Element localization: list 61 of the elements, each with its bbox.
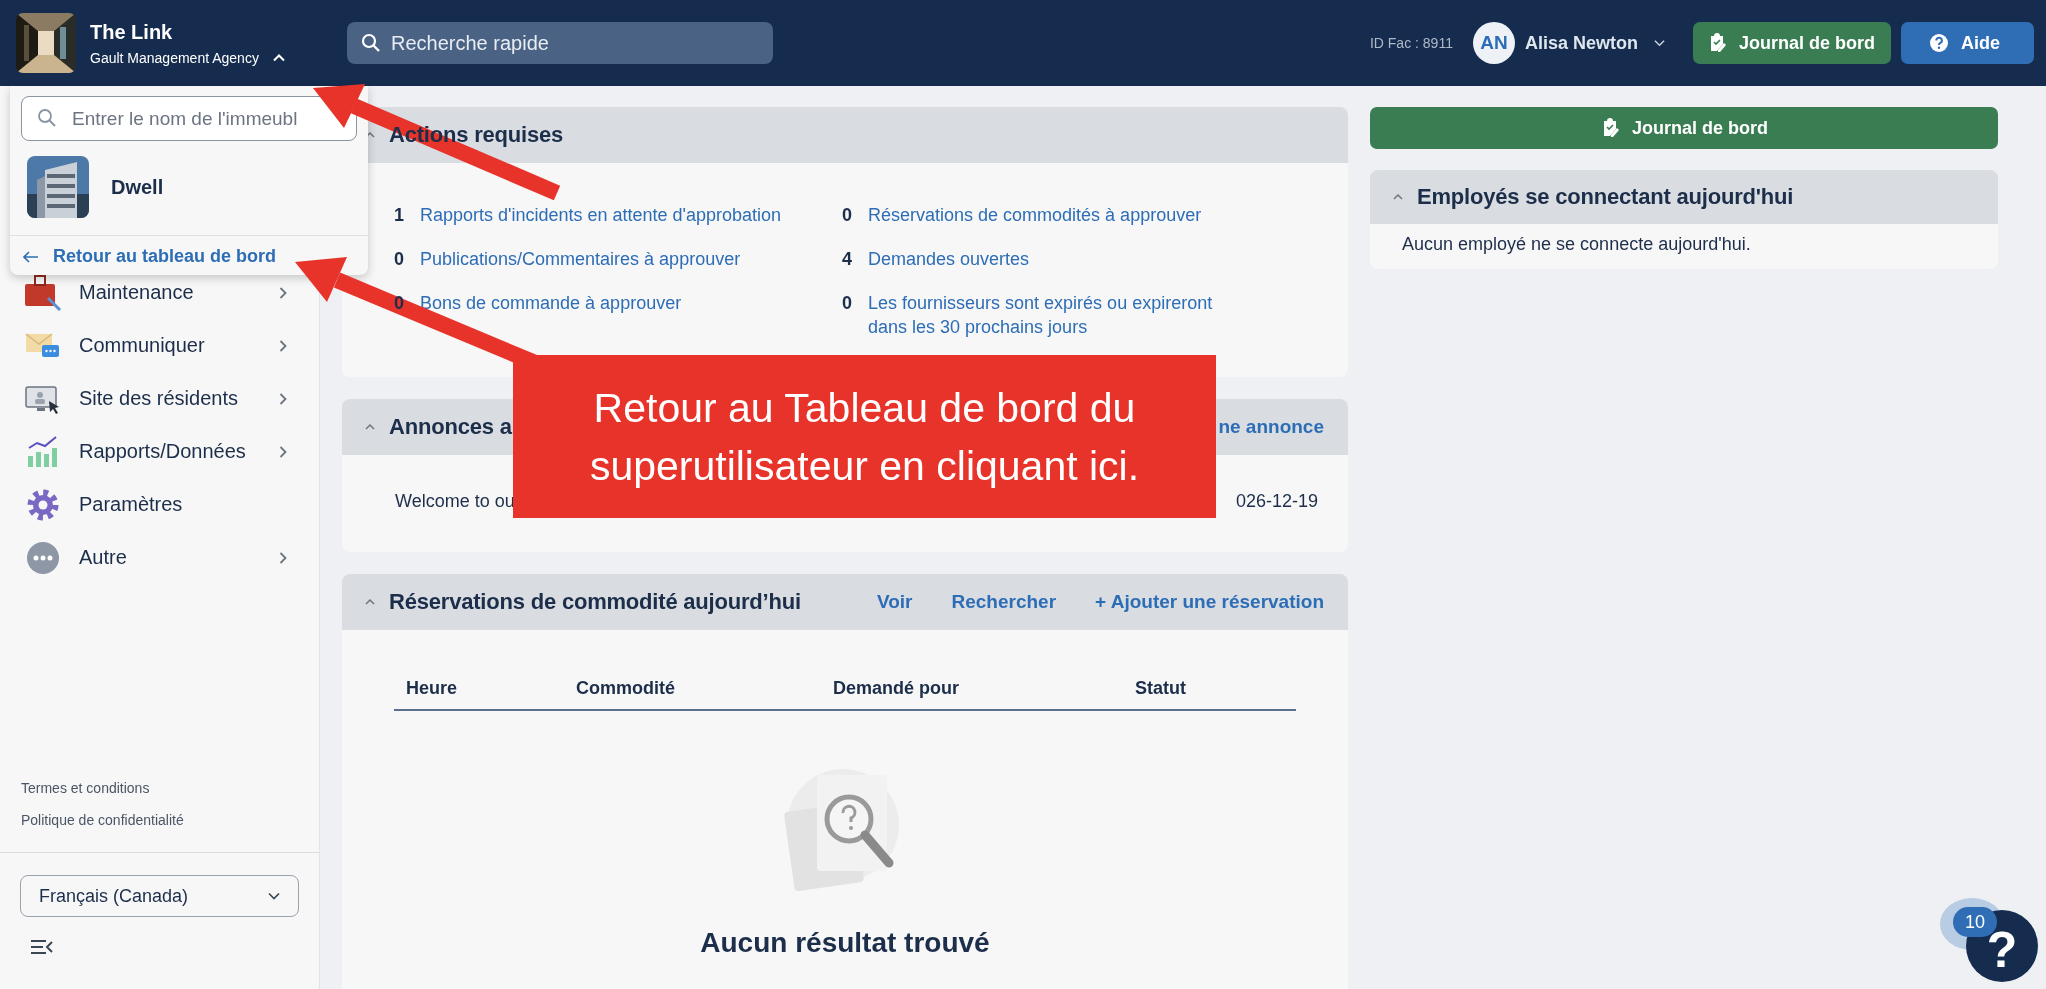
facility-id: ID Fac : 8911	[1369, 35, 1453, 51]
count: 0	[842, 204, 853, 227]
action-link[interactable]: Bons de commande à approuver	[420, 291, 790, 315]
chevron-down-icon[interactable]	[1653, 39, 1665, 47]
header-link[interactable]: Rechercher	[951, 591, 1057, 613]
sidebar-item[interactable]: Autre	[0, 531, 319, 584]
card-title: Annonces a	[389, 414, 512, 440]
header-link[interactable]: Voir	[876, 591, 913, 613]
user-avatar[interactable]: AN	[1472, 22, 1515, 64]
action-link[interactable]: Réservations de commodités à approuver	[868, 203, 1238, 227]
user-name[interactable]: Alisa Newton	[1524, 32, 1638, 54]
empty-message: Aucun employé ne se connecte aujourd'hui.	[1401, 233, 1752, 256]
arrow-left-icon	[23, 250, 39, 263]
search-icon	[361, 33, 381, 53]
property-name: The Link	[90, 20, 174, 44]
collapse-menu-icon[interactable]	[30, 939, 54, 955]
card-title: Employés se connectant aujourd'hui	[1417, 184, 1794, 210]
count: 0	[842, 292, 853, 315]
action-link[interactable]: Les fournisseurs sont expirés ou expireront dans les 30 prochains jours	[868, 291, 1238, 339]
header-link[interactable]: + Ajouter une réservation	[1095, 591, 1324, 613]
callout-text: Retour au Tableau de bord du superutilisateur en cliquant ici.	[588, 383, 1141, 491]
more-icon	[25, 539, 61, 576]
action-link[interactable]: Demandes ouvertes	[868, 247, 1238, 271]
back-to-dashboard-link[interactable]: Retour au tableau de bord	[10, 236, 277, 269]
logbook-button[interactable]: Journal de bord	[1370, 107, 1998, 149]
search-field[interactable]: Recherche rapide	[347, 22, 773, 64]
caret-up-icon[interactable]	[364, 598, 376, 606]
column-header: Commodité	[576, 678, 676, 699]
sidebar-item[interactable]: Site des résidents	[0, 372, 319, 425]
footer-link[interactable]: Politique de confidentialité	[0, 804, 184, 836]
building-search-field[interactable]: Entrer le nom de l'immeubl	[21, 96, 357, 141]
toolbox-icon	[25, 274, 61, 311]
column-header: Statut	[1135, 678, 1186, 699]
language-select[interactable]: Français (Canada)	[20, 875, 299, 917]
announcement-date: 026-12-19	[1235, 491, 1318, 512]
count: 0	[394, 292, 405, 315]
sidebar-item[interactable]: Communiquer	[0, 319, 319, 372]
caret-up-icon[interactable]	[1392, 193, 1404, 201]
column-header: Demandé pour	[833, 678, 961, 699]
company-name[interactable]: Gault Management Agency	[90, 49, 259, 66]
action-link[interactable]: Publications/Commentaires à approuver	[420, 247, 790, 271]
logbook-button[interactable]: Journal de bord	[1692, 22, 1891, 64]
caret-icon[interactable]	[272, 53, 285, 62]
column-header: Heure	[406, 678, 459, 699]
sidebar-item[interactable]: Rapports/Données	[0, 425, 319, 478]
card-title: Réservations de commodité aujourd’hui	[389, 589, 801, 615]
caret-up-icon[interactable]	[364, 423, 376, 431]
help-button[interactable]: Aide	[1901, 22, 2034, 64]
chevron-down-icon	[268, 892, 280, 900]
count: 0	[394, 248, 405, 271]
building-item[interactable]: Dwell	[10, 141, 368, 219]
count: 4	[842, 248, 853, 271]
footer-link[interactable]: Termes et conditions	[0, 772, 150, 804]
count: 1	[394, 204, 405, 227]
search-icon	[37, 108, 57, 128]
help-icon	[1929, 33, 1949, 53]
empty-message: Aucun résultat trouvé	[700, 927, 990, 959]
sidebar-item[interactable]: Maintenance	[0, 266, 319, 319]
add-announcement-link[interactable]: ne annonce	[1218, 416, 1324, 438]
action-link[interactable]: Rapports d'incidents en attente d'approbation	[420, 203, 790, 227]
sidebar-item[interactable]: Paramètres	[0, 478, 319, 531]
